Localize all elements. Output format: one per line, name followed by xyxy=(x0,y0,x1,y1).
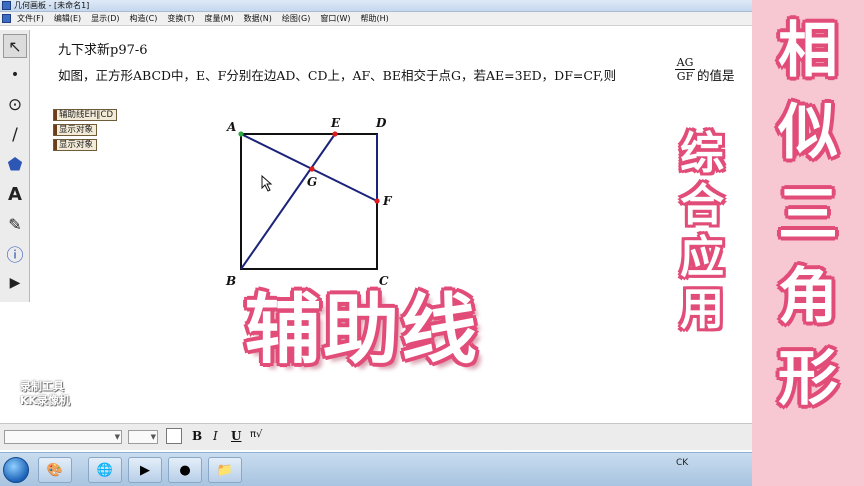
bold-button[interactable]: B xyxy=(192,429,202,443)
color-app-icon[interactable]: 🎨 xyxy=(38,457,72,483)
italic-button[interactable]: I xyxy=(213,429,218,443)
font-select[interactable]: ▼ xyxy=(4,430,122,444)
segment-af[interactable] xyxy=(240,133,378,202)
folder-icon[interactable]: 📁 xyxy=(208,457,242,483)
label-a: A xyxy=(226,120,236,134)
mouse-cursor-icon xyxy=(261,174,273,192)
recorder-app-icon[interactable]: ● xyxy=(168,457,202,483)
start-button[interactable] xyxy=(3,457,29,483)
label-f: F xyxy=(382,194,393,208)
watermark-line-1: 录制工具 xyxy=(20,380,64,393)
media-player-icon[interactable]: ▶ xyxy=(128,457,162,483)
browser-icon[interactable]: 🌐 xyxy=(88,457,122,483)
overlay-subtitle: 综合应用 xyxy=(680,128,724,335)
label-g: G xyxy=(307,175,317,189)
text-color-button[interactable] xyxy=(166,428,182,444)
chevron-down-icon: ▼ xyxy=(150,433,156,441)
square-abcd[interactable] xyxy=(240,133,378,270)
point-e[interactable] xyxy=(332,131,338,137)
system-tray: CK xyxy=(676,458,689,468)
underline-button[interactable]: U xyxy=(231,429,241,443)
font-size-select[interactable]: ▼ xyxy=(128,430,158,444)
label-b: B xyxy=(225,274,236,288)
watermark-line-2: KK录像机 xyxy=(20,394,71,407)
point-f[interactable] xyxy=(374,198,380,204)
recorder-watermark: 录制工具 KK录像机 xyxy=(20,380,70,408)
point-g[interactable] xyxy=(309,166,315,172)
point-a[interactable] xyxy=(238,131,244,137)
overlay-big-title: 辅助线 xyxy=(245,285,479,374)
text-format-toolbar: ▼ ▼ B I U π√ xyxy=(0,423,752,450)
label-d: D xyxy=(375,116,387,130)
segment-be[interactable] xyxy=(240,133,336,270)
overlay-side-title: 相似三角形 xyxy=(778,16,838,414)
math-symbol-button[interactable]: π√ xyxy=(250,429,262,440)
chevron-down-icon: ▼ xyxy=(114,433,120,441)
label-e: E xyxy=(330,116,341,130)
